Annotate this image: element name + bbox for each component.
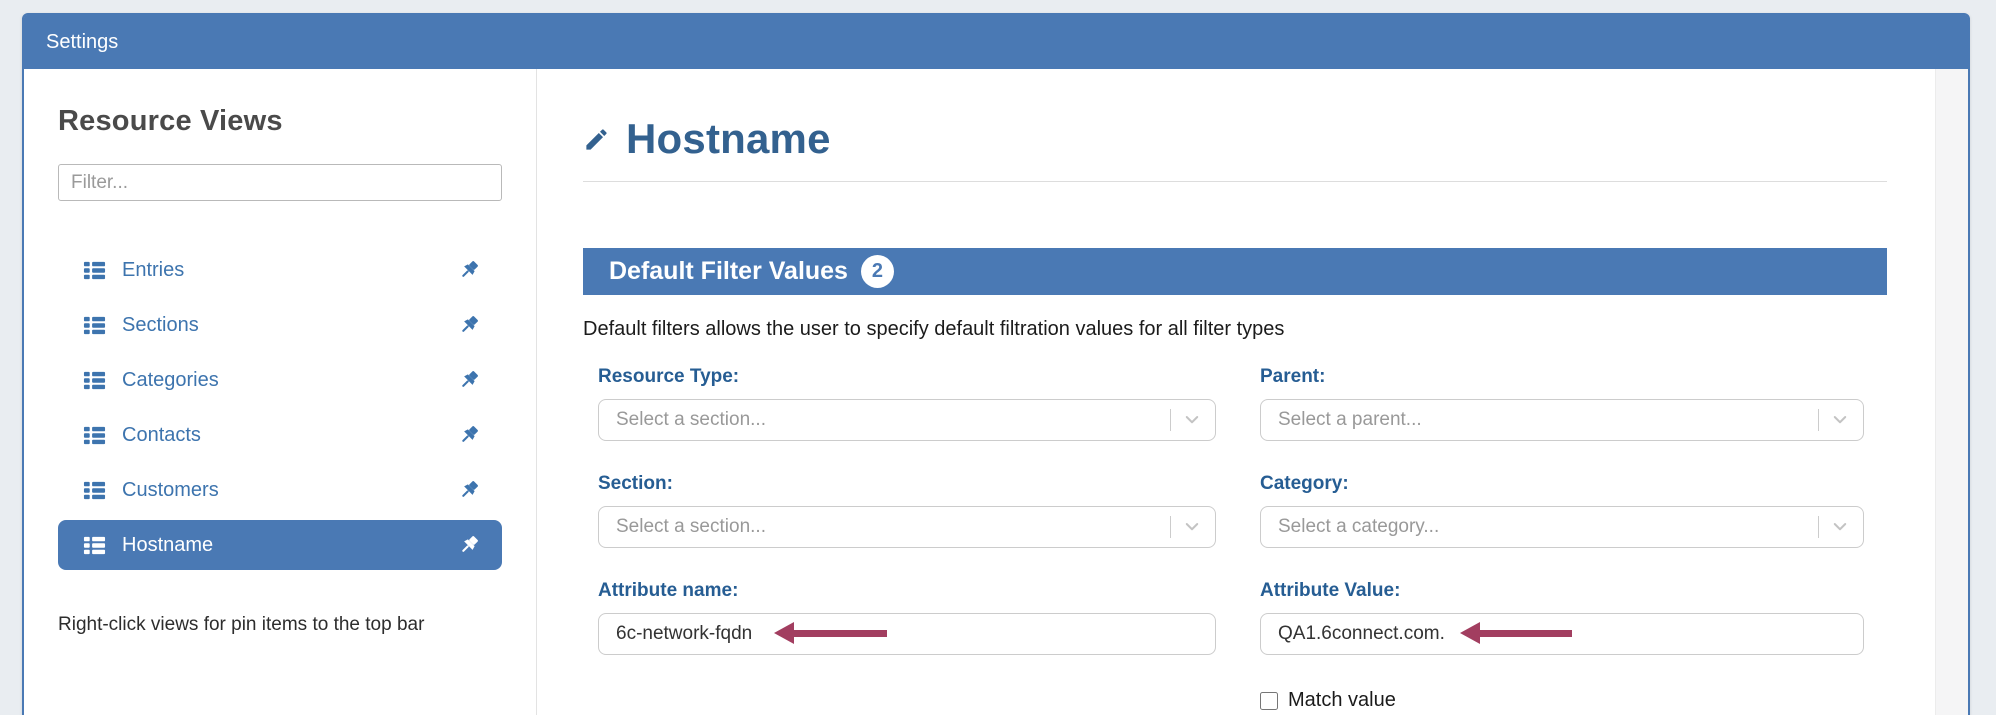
parent-label: Parent:: [1260, 366, 1864, 388]
section-select[interactable]: Select a section...: [598, 506, 1216, 548]
window-title: Settings: [46, 31, 118, 54]
scrollbar-track[interactable]: [1935, 69, 1968, 715]
page-title-row: Hostname: [583, 115, 1887, 182]
section-description: Default filters allows the user to speci…: [583, 318, 1887, 341]
list-icon: [83, 424, 106, 447]
attribute-value-input[interactable]: [1260, 613, 1864, 655]
pin-icon[interactable]: [458, 259, 480, 281]
section-label: Section:: [598, 473, 1216, 495]
list-icon: [83, 534, 106, 557]
select-separator: [1818, 516, 1819, 538]
sidebar-item-label: Customers: [122, 479, 219, 502]
select-placeholder: Select a category...: [1278, 516, 1818, 538]
select-separator: [1818, 409, 1819, 431]
settings-page: Settings Resource Views Entries: [0, 0, 1996, 715]
section-heading: Default Filter Values: [609, 257, 848, 286]
match-value-label[interactable]: Match value: [1288, 689, 1396, 712]
list-icon: [83, 369, 106, 392]
select-placeholder: Select a parent...: [1278, 409, 1818, 431]
window-titlebar: Settings: [24, 15, 1968, 69]
pin-icon[interactable]: [458, 424, 480, 446]
resource-type-field: Resource Type: Select a section...: [598, 366, 1216, 441]
sidebar-item-entries[interactable]: Entries: [58, 245, 502, 295]
resource-type-label: Resource Type:: [598, 366, 1216, 388]
pin-icon[interactable]: [458, 369, 480, 391]
attribute-name-field: Attribute name:: [598, 580, 1216, 655]
chevron-down-icon[interactable]: [1831, 411, 1849, 429]
sidebar-heading: Resource Views: [58, 105, 502, 138]
sidebar-item-sections[interactable]: Sections: [58, 300, 502, 350]
sidebar-item-categories[interactable]: Categories: [58, 355, 502, 405]
sidebar-hint-text: Right-click views for pin items to the t…: [58, 614, 502, 636]
pin-icon[interactable]: [458, 534, 480, 556]
sidebar-item-customers[interactable]: Customers: [58, 465, 502, 515]
page-title: Hostname: [626, 115, 831, 163]
select-placeholder: Select a section...: [616, 409, 1170, 431]
parent-select[interactable]: Select a parent...: [1260, 399, 1864, 441]
sidebar-item-label: Categories: [122, 369, 219, 392]
empty-cell: [598, 687, 1216, 712]
sidebar-item-label: Contacts: [122, 424, 201, 447]
list-icon: [83, 259, 106, 282]
list-icon: [83, 479, 106, 502]
sidebar-item-hostname[interactable]: Hostname: [58, 520, 502, 570]
filter-count-badge: 2: [861, 255, 894, 288]
main-content: Hostname Default Filter Values 2 Default…: [537, 69, 1968, 715]
sidebar-item-label: Sections: [122, 314, 199, 337]
edit-pencil-icon[interactable]: [583, 126, 610, 153]
match-value-checkbox[interactable]: [1260, 692, 1278, 710]
attribute-name-input[interactable]: [598, 613, 1216, 655]
default-filter-values-header: Default Filter Values 2: [583, 248, 1887, 295]
attribute-value-label: Attribute Value:: [1260, 580, 1864, 602]
list-icon: [83, 314, 106, 337]
attribute-value-field: Attribute Value:: [1260, 580, 1864, 655]
select-placeholder: Select a section...: [616, 516, 1170, 538]
attribute-name-label: Attribute name:: [598, 580, 1216, 602]
resource-views-sidebar: Resource Views Entries Sections: [24, 69, 537, 715]
resource-type-select[interactable]: Select a section...: [598, 399, 1216, 441]
section-field: Section: Select a section...: [598, 473, 1216, 548]
category-field: Category: Select a category...: [1260, 473, 1864, 548]
pin-icon[interactable]: [458, 314, 480, 336]
category-select[interactable]: Select a category...: [1260, 506, 1864, 548]
parent-field: Parent: Select a parent...: [1260, 366, 1864, 441]
pin-icon[interactable]: [458, 479, 480, 501]
sidebar-item-label: Hostname: [122, 534, 213, 557]
chevron-down-icon[interactable]: [1183, 518, 1201, 536]
filter-input[interactable]: [58, 164, 502, 201]
resource-views-list: Entries Sections Categories: [58, 245, 502, 570]
select-separator: [1170, 409, 1171, 431]
select-separator: [1170, 516, 1171, 538]
settings-panel: Settings Resource Views Entries: [22, 13, 1970, 715]
sidebar-item-label: Entries: [122, 259, 184, 282]
default-filters-form: Resource Type: Select a section... Paren…: [583, 366, 1887, 712]
category-label: Category:: [1260, 473, 1864, 495]
chevron-down-icon[interactable]: [1831, 518, 1849, 536]
match-value-row: Match value: [1260, 689, 1864, 712]
chevron-down-icon[interactable]: [1183, 411, 1201, 429]
sidebar-item-contacts[interactable]: Contacts: [58, 410, 502, 460]
